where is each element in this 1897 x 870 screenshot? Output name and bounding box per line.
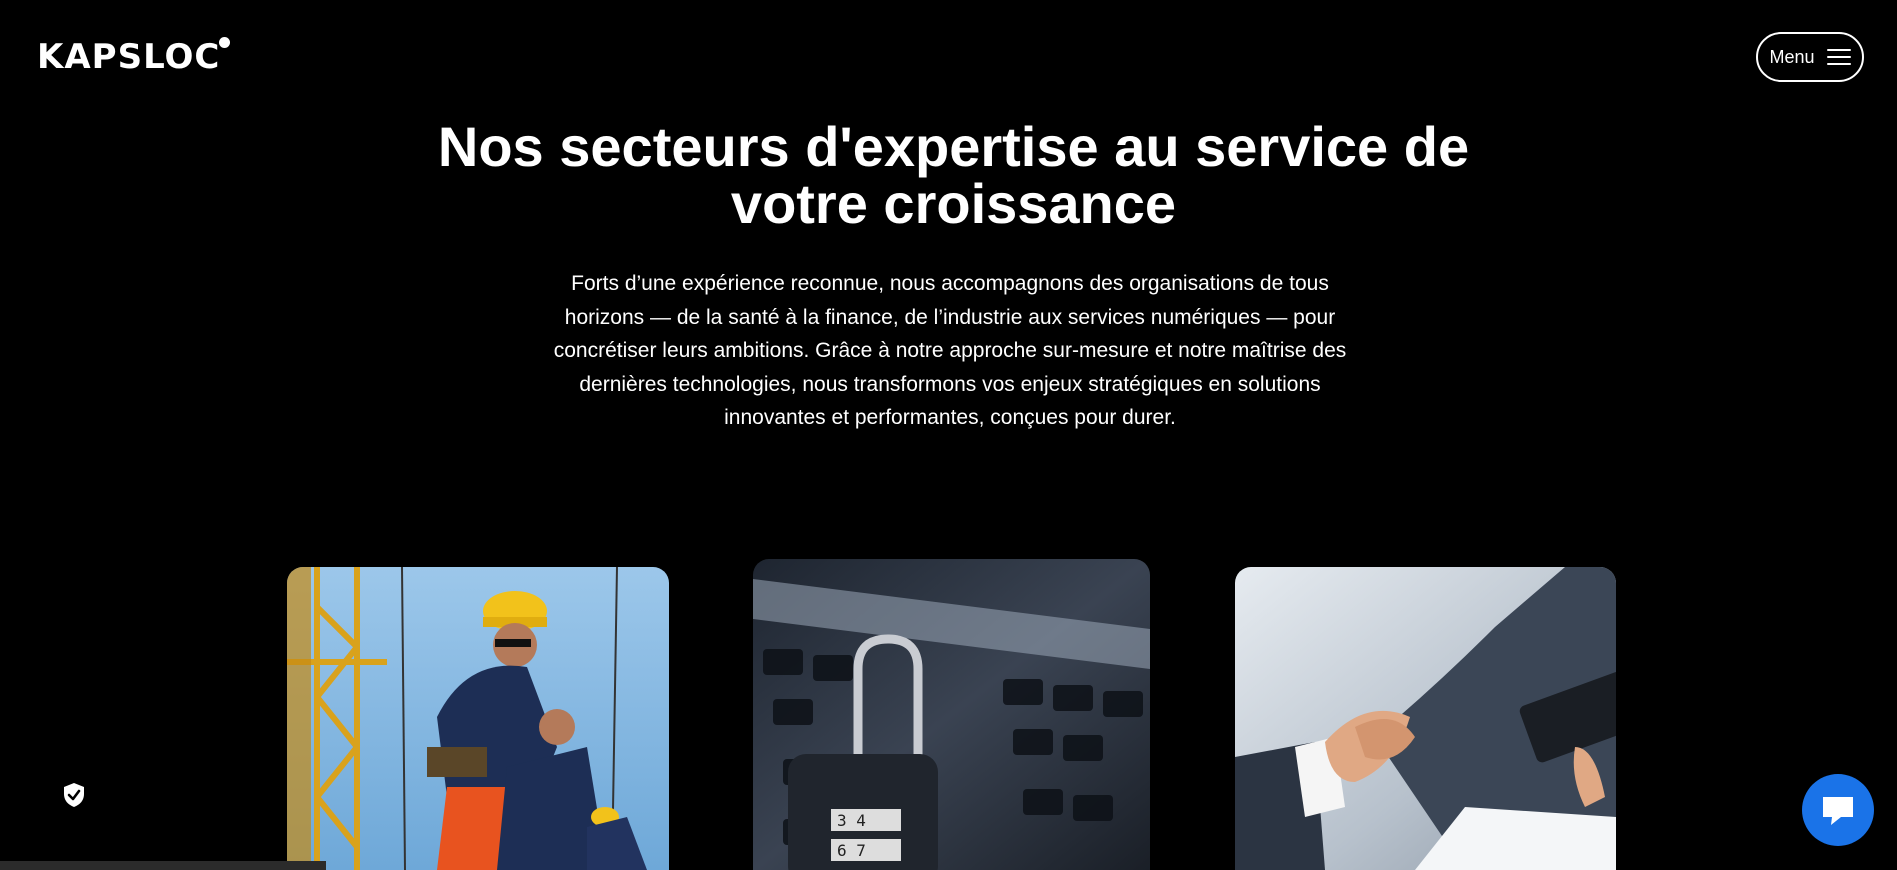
sector-card-industry[interactable] <box>287 567 669 870</box>
sector-card-business[interactable] <box>1235 567 1616 870</box>
chat-bubble-icon <box>1823 797 1853 825</box>
title-line-2: votre croissance <box>730 172 1177 235</box>
logo-dot <box>219 37 230 48</box>
site-logo[interactable]: KAPSLOC <box>37 40 220 74</box>
svg-text:6 7: 6 7 <box>837 841 866 860</box>
scroll-progress-bar <box>0 861 326 870</box>
construction-workers-image <box>287 567 669 870</box>
sector-card-security[interactable]: 3 4 6 7 <box>753 559 1150 870</box>
menu-label: Menu <box>1769 46 1815 67</box>
handshake-image <box>1235 567 1616 870</box>
hamburger-icon <box>1826 49 1851 65</box>
svg-text:3 4: 3 4 <box>837 811 866 830</box>
padlock-laptop-image: 3 4 6 7 <box>753 559 1150 870</box>
title-line-1: Nos secteurs d'expertise au service de <box>437 115 1470 178</box>
page-title: Nos secteurs d'expertise au service de v… <box>0 118 1897 232</box>
intro-paragraph: Forts d’une expérience reconnue, nous ac… <box>553 272 1347 429</box>
menu-button[interactable]: Menu <box>1756 32 1864 82</box>
chat-button[interactable] <box>1802 774 1874 846</box>
shield-check-icon[interactable] <box>62 782 86 808</box>
